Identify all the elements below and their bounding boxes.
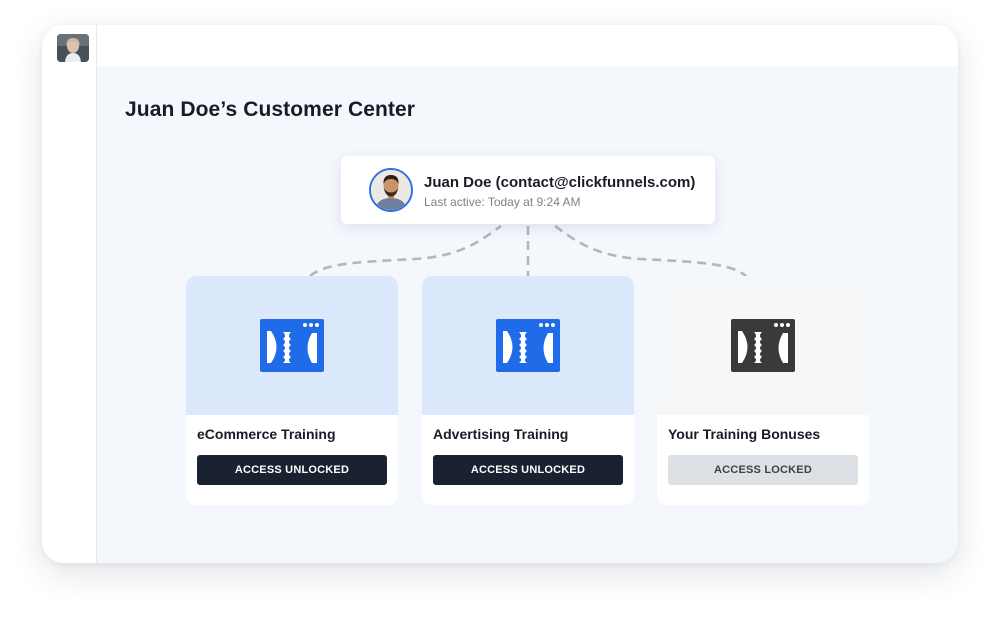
course-card-advertising[interactable]: Advertising Training ACCESS UNLOCKED	[422, 276, 634, 505]
sidebar-avatar[interactable]	[57, 34, 89, 62]
course-title: Your Training Bonuses	[668, 426, 821, 442]
clickfunnels-logo-icon	[731, 319, 795, 372]
app-window: Juan Doe’s Customer Center Juan Doe (con…	[42, 25, 958, 563]
user-avatar	[369, 168, 413, 212]
user-name: Juan Doe (contact@clickfunnels.com)	[424, 174, 696, 191]
last-active-text: Last active: Today at 9:24 AM	[424, 195, 581, 209]
user-card[interactable]: Juan Doe (contact@clickfunnels.com) Last…	[341, 156, 715, 224]
access-unlocked-button[interactable]: ACCESS UNLOCKED	[433, 455, 623, 485]
course-thumbnail	[422, 276, 634, 415]
top-bar	[97, 25, 958, 66]
sidebar	[42, 25, 97, 563]
course-thumbnail	[657, 276, 869, 415]
main-content: Juan Doe’s Customer Center Juan Doe (con…	[97, 66, 958, 563]
access-locked-button[interactable]: ACCESS LOCKED	[668, 455, 858, 485]
course-title: Advertising Training	[433, 426, 569, 442]
course-card-ecommerce[interactable]: eCommerce Training ACCESS UNLOCKED	[186, 276, 398, 505]
course-thumbnail	[186, 276, 398, 415]
course-title: eCommerce Training	[197, 426, 336, 442]
clickfunnels-logo-icon	[260, 319, 324, 372]
clickfunnels-logo-icon	[496, 319, 560, 372]
user-avatar-photo-icon	[371, 170, 411, 210]
user-avatar-icon	[57, 34, 89, 62]
access-unlocked-button[interactable]: ACCESS UNLOCKED	[197, 455, 387, 485]
course-card-bonuses[interactable]: Your Training Bonuses ACCESS LOCKED	[657, 276, 869, 505]
